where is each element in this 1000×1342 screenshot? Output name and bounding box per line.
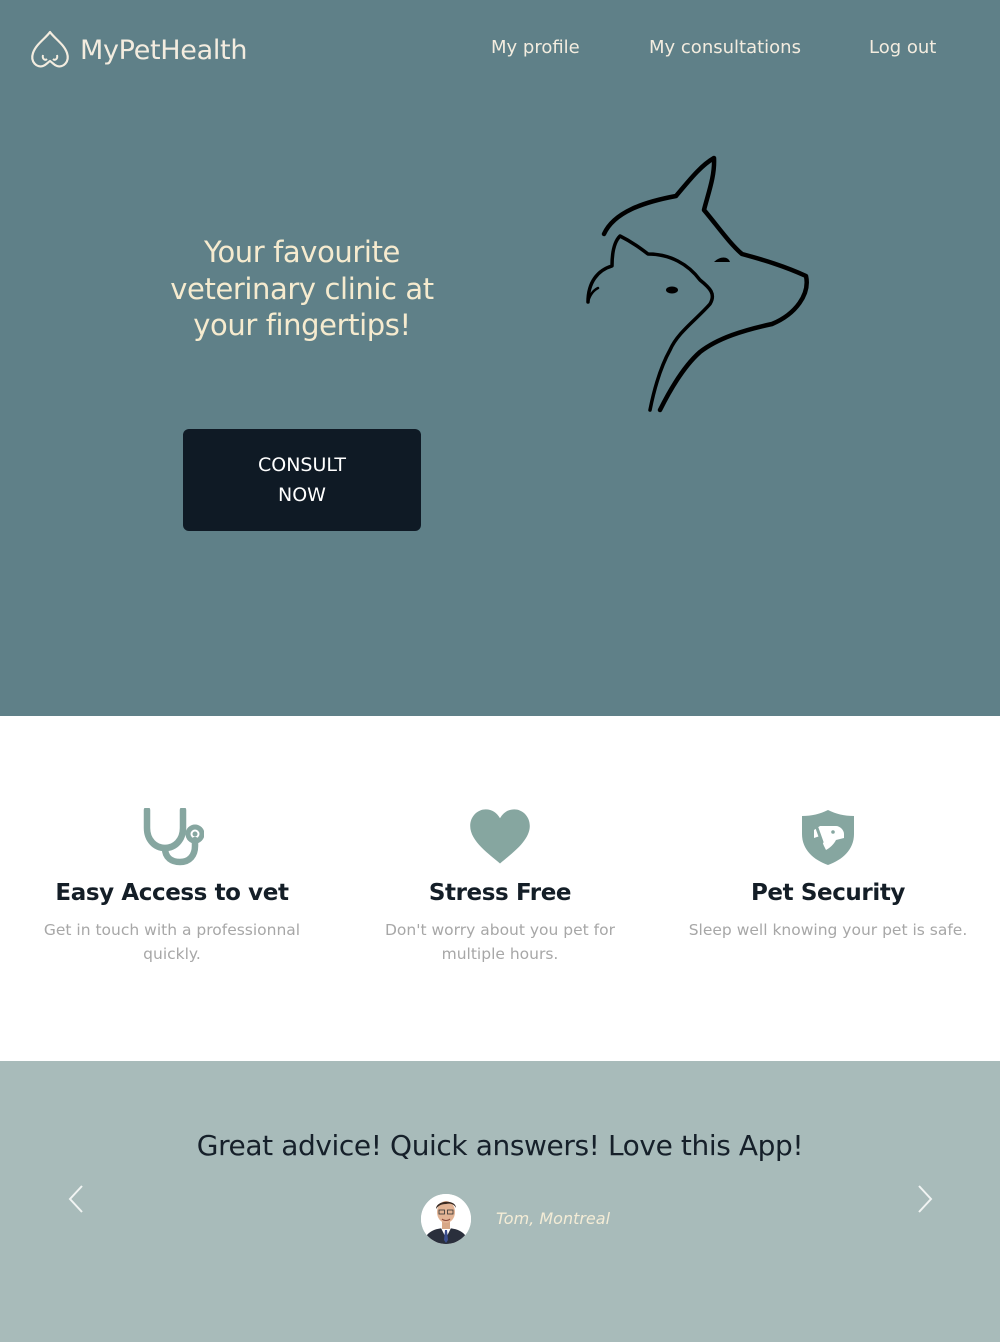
avatar bbox=[421, 1194, 471, 1244]
feature-pet-security: Pet Security Sleep well knowing your pet… bbox=[678, 808, 978, 942]
features-section: Easy Access to vet Get in touch with a p… bbox=[0, 716, 1000, 1061]
testimonial-quote: Great advice! Quick answers! Love this A… bbox=[196, 1129, 804, 1162]
consult-button-line1: CONSULT bbox=[258, 454, 346, 476]
nav-my-profile[interactable]: My profile bbox=[491, 37, 580, 58]
feature-title: Stress Free bbox=[428, 880, 572, 906]
feature-stress-free: Stress Free Don't worry about you pet fo… bbox=[350, 808, 650, 966]
stethoscope-icon bbox=[143, 808, 204, 866]
testimonial-section: Great advice! Quick answers! Love this A… bbox=[0, 1061, 1000, 1342]
brand-name: MyPetHealth bbox=[80, 34, 248, 66]
hero-section: MyPetHealth My profile My consultations … bbox=[0, 0, 1000, 716]
feature-text: Don't worry about you pet for multiple h… bbox=[385, 921, 615, 963]
feature-title: Easy Access to vet bbox=[55, 880, 289, 906]
chevron-left-icon[interactable] bbox=[66, 1183, 86, 1215]
hero-title: Your favourite veterinary clinic at your… bbox=[170, 235, 434, 342]
consult-button-line2: NOW bbox=[278, 484, 326, 506]
dog-cat-silhouette-icon bbox=[586, 155, 809, 413]
nav-my-consultations[interactable]: My consultations bbox=[649, 37, 801, 58]
feature-text: Get in touch with a professionnal quickl… bbox=[43, 921, 301, 963]
dog-shield-icon bbox=[802, 810, 854, 865]
heart-icon bbox=[470, 809, 530, 864]
feature-title: Pet Security bbox=[750, 880, 906, 906]
brand-logo[interactable]: MyPetHealth bbox=[29, 29, 247, 71]
testimonial-author: Tom, Montreal bbox=[496, 1209, 611, 1228]
paw-heart-icon bbox=[31, 30, 69, 68]
chevron-right-icon[interactable] bbox=[915, 1183, 935, 1215]
feature-text: Sleep well knowing your pet is safe. bbox=[688, 921, 968, 939]
nav-log-out[interactable]: Log out bbox=[869, 37, 936, 58]
feature-easy-access: Easy Access to vet Get in touch with a p… bbox=[22, 808, 322, 966]
consult-now-button[interactable]: CONSULT NOW bbox=[183, 429, 421, 531]
